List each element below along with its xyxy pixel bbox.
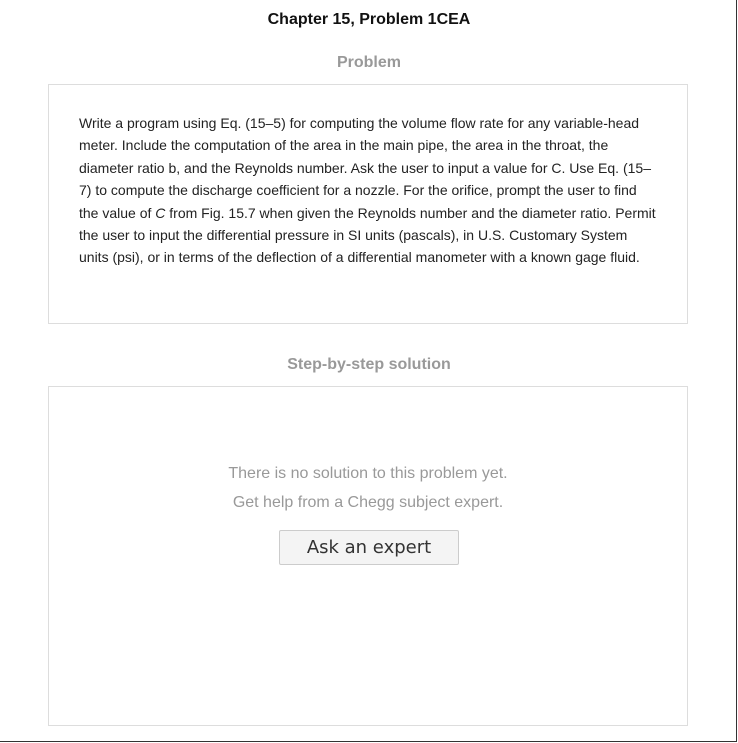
problem-text-part2: from Fig. 15.7 when given the Reynolds n… xyxy=(79,204,656,266)
problem-text: Write a program using Eq. (15–5) for com… xyxy=(79,112,659,269)
page-title: Chapter 15, Problem 1CEA xyxy=(267,11,471,28)
solution-heading: Step-by-step solution xyxy=(287,356,451,373)
ask-an-expert-button[interactable]: Ask an expert xyxy=(279,530,459,565)
problem-heading: Problem xyxy=(336,54,401,71)
problem-text-italic: C xyxy=(155,204,166,221)
solution-panel: There is no solution to this problem yet… xyxy=(48,386,688,726)
get-help-message: Get help from a Chegg subject expert. xyxy=(232,494,504,511)
no-solution-message: There is no solution to this problem yet… xyxy=(228,465,508,482)
problem-panel: Write a program using Eq. (15–5) for com… xyxy=(48,84,688,324)
